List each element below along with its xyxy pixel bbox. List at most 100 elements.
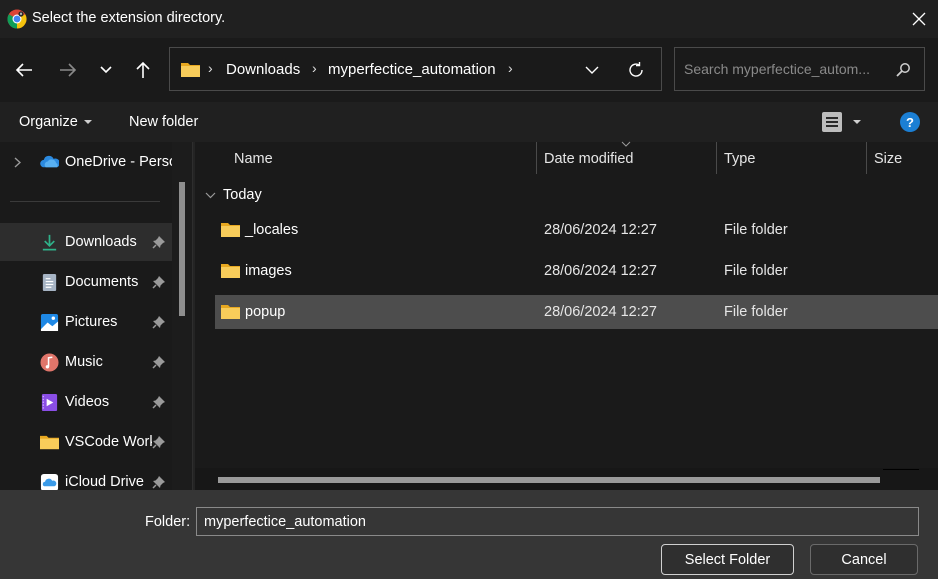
sidebar-divider <box>10 201 160 202</box>
pin-icon[interactable] <box>152 395 166 409</box>
breadcrumb-separator: › <box>312 60 317 76</box>
file-list-horizontal-scrollbar[interactable] <box>195 468 938 490</box>
forward-button[interactable] <box>52 54 84 86</box>
column-separator[interactable] <box>716 142 717 174</box>
select-folder-button[interactable]: Select Folder <box>661 544 794 575</box>
horizontal-scrollbar-thumb[interactable] <box>218 477 880 483</box>
close-icon <box>912 12 926 26</box>
breadcrumb-separator: › <box>208 60 213 76</box>
file-row-selected[interactable]: popup 28/06/2024 12:27 File folder <box>215 295 938 329</box>
sidebar-scrollbar[interactable] <box>172 142 192 490</box>
file-date-modified: 28/06/2024 12:27 <box>544 304 657 320</box>
folder-name-input[interactable] <box>196 507 919 536</box>
back-button[interactable] <box>8 54 40 86</box>
navigation-pane: OneDrive - Personal Downloads Documents … <box>0 142 172 490</box>
file-row[interactable]: images 28/06/2024 12:27 File folder <box>215 254 938 288</box>
breadcrumb-separator[interactable]: › <box>508 60 513 76</box>
cancel-button[interactable]: Cancel <box>810 544 918 575</box>
dialog-footer: Folder: Select Folder Cancel <box>0 490 938 579</box>
address-bar[interactable]: › Downloads › myperfectice_automation › <box>169 47 662 91</box>
arrow-right-icon <box>60 63 77 77</box>
recent-locations-button[interactable] <box>90 54 122 86</box>
chrome-icon <box>7 9 27 29</box>
refresh-icon <box>629 62 643 77</box>
sidebar-scrollbar-thumb[interactable] <box>179 182 185 316</box>
file-name: popup <box>245 304 286 320</box>
column-header-size[interactable]: Size <box>874 151 902 167</box>
organize-menu[interactable]: Organize <box>19 114 92 130</box>
chevron-down-icon <box>100 66 112 74</box>
file-date-modified: 28/06/2024 12:27 <box>544 222 657 238</box>
folder-icon <box>221 305 240 319</box>
search-icon[interactable] <box>894 61 912 79</box>
onedrive-icon <box>40 155 59 168</box>
window-title: Select the extension directory. <box>32 10 226 26</box>
column-header-date-modified[interactable]: Date modified <box>544 151 633 167</box>
navigation-bar: › Downloads › myperfectice_automation › <box>0 38 938 102</box>
column-header-type[interactable]: Type <box>724 151 755 167</box>
file-type: File folder <box>724 263 788 279</box>
search-box[interactable] <box>674 47 925 91</box>
pin-icon[interactable] <box>152 275 166 289</box>
folder-icon <box>181 63 200 77</box>
file-type: File folder <box>724 304 788 320</box>
sort-descending-icon <box>621 141 631 147</box>
pin-icon[interactable] <box>152 355 166 369</box>
sidebar-item-music[interactable]: Music <box>0 343 172 381</box>
close-button[interactable] <box>900 0 938 38</box>
sidebar-item-label: iCloud Drive <box>65 474 144 490</box>
scrollbar-edge <box>883 469 919 470</box>
folder-label: Folder: <box>145 514 191 530</box>
up-button[interactable] <box>127 54 159 86</box>
folder-icon <box>221 223 240 237</box>
address-history-button[interactable] <box>580 58 604 82</box>
column-header-name[interactable]: Name <box>234 151 273 167</box>
chevron-down-icon <box>585 66 599 74</box>
breadcrumb-downloads[interactable]: Downloads <box>226 61 300 78</box>
sidebar-item-pictures[interactable]: Pictures <box>0 303 172 341</box>
pin-icon[interactable] <box>152 475 166 489</box>
command-bar: Organize New folder <box>0 102 938 142</box>
organize-label: Organize <box>19 114 78 130</box>
pin-icon[interactable] <box>152 315 166 329</box>
sidebar-item-vscode-workspace[interactable]: VSCode Workspace <box>0 423 172 461</box>
videos-icon <box>41 393 58 412</box>
download-icon <box>42 234 57 251</box>
file-list: Name Date modified Type Size Today _loca… <box>195 141 938 468</box>
breadcrumb-myperfectice-automation[interactable]: myperfectice_automation <box>328 61 496 78</box>
details-view-icon-line <box>826 121 838 123</box>
sidebar-item-documents[interactable]: Documents <box>0 263 172 301</box>
new-folder-button[interactable]: New folder <box>129 114 198 130</box>
pictures-icon <box>40 313 59 332</box>
sidebar-item-downloads[interactable]: Downloads <box>0 223 172 261</box>
arrow-left-icon <box>15 63 32 77</box>
refresh-button[interactable] <box>624 58 648 82</box>
folder-icon <box>221 264 240 278</box>
caret-down-icon <box>83 120 92 125</box>
file-name: images <box>245 263 292 279</box>
search-input[interactable] <box>684 59 889 79</box>
file-date-modified: 28/06/2024 12:27 <box>544 263 657 279</box>
sidebar-item-icloud-drive[interactable]: iCloud Drive <box>0 463 172 490</box>
icloud-icon <box>40 473 59 490</box>
view-options-dropdown[interactable] <box>853 120 861 124</box>
column-separator[interactable] <box>866 142 867 174</box>
change-view-button[interactable] <box>822 112 842 132</box>
documents-icon <box>42 273 57 292</box>
sidebar-item-onedrive[interactable]: OneDrive - Personal <box>0 143 172 181</box>
folder-icon <box>40 435 59 450</box>
help-button[interactable]: ? <box>900 112 920 132</box>
file-row[interactable]: _locales 28/06/2024 12:27 File folder <box>215 213 938 247</box>
pin-icon[interactable] <box>152 235 166 249</box>
sidebar-item-videos[interactable]: Videos <box>0 383 172 421</box>
sidebar-item-label: VSCode Workspace <box>65 434 152 450</box>
chevron-down-icon <box>205 192 216 199</box>
file-name: _locales <box>245 222 299 238</box>
details-view-icon <box>826 117 838 119</box>
pin-icon[interactable] <box>152 435 166 449</box>
column-separator[interactable] <box>536 142 537 174</box>
group-label: Today <box>223 187 262 203</box>
details-view-icon-line <box>826 125 838 127</box>
chevron-right-icon[interactable] <box>14 157 21 168</box>
title-bar: Select the extension directory. <box>0 0 938 38</box>
